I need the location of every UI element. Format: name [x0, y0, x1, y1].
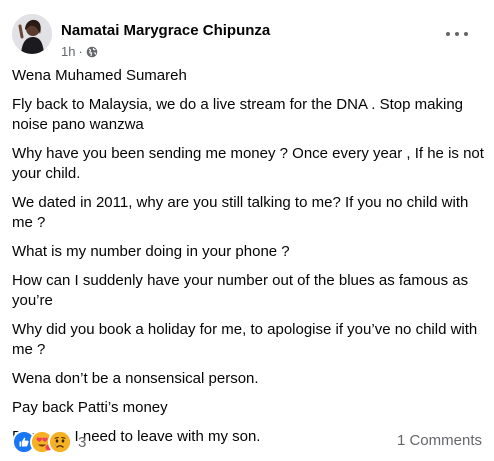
post-paragraph: Wena don’t be a nonsensical person.: [12, 370, 259, 387]
post-paragraph: What is my number doing in your phone ?: [12, 243, 290, 260]
post-body: Wena Muhamed Sumareh Fly back to Malaysi…: [12, 66, 484, 456]
reaction-count: 3: [78, 433, 87, 451]
post-header: Namatai Marygrace Chipunza 1h ·: [12, 14, 482, 60]
more-options-icon[interactable]: [446, 26, 468, 42]
post-paragraph: Why have you been sending me money ? Onc…: [12, 145, 484, 182]
post-paragraph: How can I suddenly have your number out …: [12, 272, 469, 309]
avatar[interactable]: [12, 14, 52, 54]
globe-icon[interactable]: [86, 46, 98, 58]
sad-icon: [48, 430, 72, 454]
comments-link[interactable]: 1 Comments: [397, 432, 482, 449]
dot: [455, 32, 459, 36]
dot: [446, 32, 450, 36]
post-paragraph: Fly back to Malaysia, we do a live strea…: [12, 96, 464, 133]
post-time[interactable]: 1h: [61, 44, 75, 59]
post-meta: 1h ·: [61, 44, 98, 59]
post-card: Namatai Marygrace Chipunza 1h · Wena Muh…: [0, 0, 494, 461]
post-paragraph: We dated in 2011, why are you still talk…: [12, 194, 469, 231]
meta-separator: ·: [78, 44, 83, 59]
reactions-summary[interactable]: 3: [12, 430, 86, 454]
post-paragraph: Pay back Patti’s money: [12, 399, 168, 416]
author-name[interactable]: Namatai Marygrace Chipunza: [61, 22, 270, 39]
dot: [464, 32, 468, 36]
post-paragraph: Why did you book a holiday for me, to ap…: [12, 321, 478, 358]
post-paragraph: Wena Muhamed Sumareh: [12, 67, 187, 84]
post-footer: 3 1 Comments: [12, 430, 482, 454]
